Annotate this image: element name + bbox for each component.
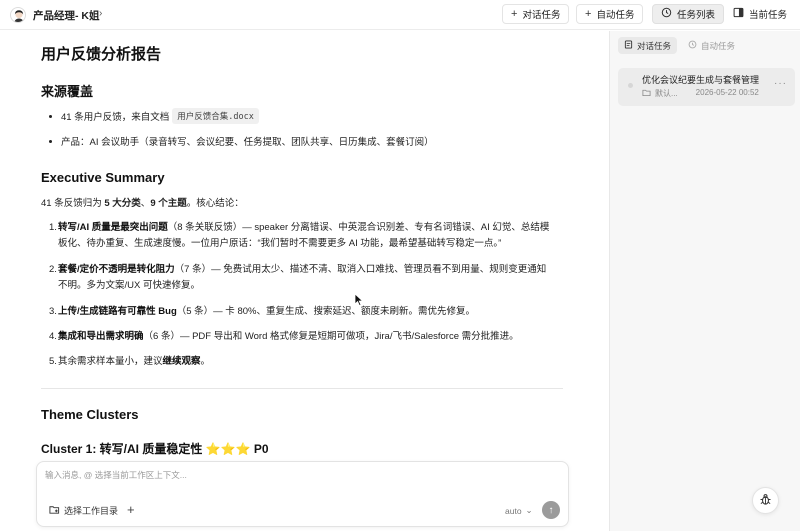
new-conversation-task-label: 对话任务 xyxy=(522,10,561,21)
model-label: auto xyxy=(505,505,522,516)
report-document: 用户反馈分析报告 来源覆盖 41 条用户反馈，来自文档 用户反馈合集.docx … xyxy=(0,31,610,531)
task-folder: 默认... xyxy=(655,89,678,98)
current-task-label: 当前任务 xyxy=(749,10,788,21)
clock-icon xyxy=(688,40,697,51)
task-panel: 对话任务 自动任务 优化会议纪要生成与套餐管理 默认... 2026-05-22… xyxy=(610,31,800,531)
app-title[interactable]: 产品经理- K姐 xyxy=(33,8,100,23)
tab-conversation-tasks[interactable]: 对话任务 xyxy=(618,37,678,54)
summary-item-2: 2. 套餐/定价不透明是转化阻力（7 条）— 免费试用太少、描述不清、取消入口难… xyxy=(49,264,547,291)
divider xyxy=(41,388,563,389)
list-item: 41 条用户反馈，来自文档 用户反馈合集.docx xyxy=(49,108,259,124)
chevron-right-icon[interactable]: › xyxy=(99,8,102,19)
summary-item-1: 1. 转写/AI 质量是最突出问题（8 条关联反馈）— speaker 分离错误… xyxy=(49,222,550,249)
new-conversation-task-button[interactable]: + 对话任务 xyxy=(502,4,570,24)
task-title: 优化会议纪要生成与套餐管理 xyxy=(642,75,760,85)
history-icon xyxy=(661,7,672,21)
new-auto-task-label: 自动任务 xyxy=(596,10,635,21)
tab-conversation-label: 对话任务 xyxy=(637,40,672,51)
mouse-cursor xyxy=(354,293,364,310)
folder-plus-icon xyxy=(49,504,60,517)
summary-item-5: 5. 其余需求样本量小，建议继续观察。 xyxy=(49,356,211,367)
clusters-heading: Theme Clusters xyxy=(41,407,139,422)
document-icon xyxy=(624,40,633,51)
current-task-button[interactable]: 当前任务 xyxy=(724,4,797,24)
list-item: 产品：AI 会议助手（录音转写、会议纪要、任务提取、团队共享、日历集成、套餐订阅… xyxy=(49,134,434,148)
send-button[interactable]: ↑ xyxy=(542,501,560,519)
bullet-text: 41 条用户反馈，来自文档 xyxy=(61,112,170,123)
top-bar: 产品经理- K姐 › + 对话任务 + 自动任务 任务列表 当前任务 xyxy=(0,0,800,30)
bug-report-button[interactable] xyxy=(752,487,779,514)
arrow-up-icon: ↑ xyxy=(548,504,554,516)
page-title: 用户反馈分析报告 xyxy=(41,46,162,63)
summary-item-4: 4. 集成和导出需求明确（6 条）— PDF 导出和 Word 格式修复是短期可… xyxy=(49,331,519,342)
chevron-down-icon: ⌄ xyxy=(525,505,533,515)
source-heading: 来源覆盖 xyxy=(41,84,94,99)
summary-item-3: 3. 上传/生成链路有可靠性 Bug（5 条）— 卡 80%、重复生成、搜索延迟… xyxy=(49,306,475,317)
task-status-dot xyxy=(628,83,633,88)
task-list-label: 任务列表 xyxy=(677,10,716,21)
sidebar-panel-icon xyxy=(733,7,744,21)
message-composer: 选择工作目录 + auto ⌄ ↑ xyxy=(36,461,569,527)
summary-intro: 41 条反馈归为 5 大分类、9 个主题。核心结论： xyxy=(41,198,244,209)
add-attachment-icon[interactable]: + xyxy=(127,502,135,517)
folder-icon xyxy=(642,88,651,99)
bullet-text: 产品：AI 会议助手（录音转写、会议纪要、任务提取、团队共享、日历集成、套餐订阅… xyxy=(61,137,434,148)
task-meta: 默认... 2026-05-22 00:52 xyxy=(642,88,759,99)
file-name-code: 用户反馈合集.docx xyxy=(172,108,259,124)
summary-heading: Executive Summary xyxy=(41,170,165,185)
task-list-item[interactable]: 优化会议纪要生成与套餐管理 默认... 2026-05-22 00:52 ··· xyxy=(618,68,795,106)
bug-icon xyxy=(759,493,772,509)
model-select[interactable]: auto ⌄ xyxy=(505,505,533,516)
task-time: 2026-05-22 00:52 xyxy=(695,88,759,97)
plus-icon: + xyxy=(585,7,592,20)
avatar[interactable] xyxy=(10,7,26,23)
tab-auto-label: 自动任务 xyxy=(701,40,736,51)
select-workspace-label: 选择工作目录 xyxy=(64,506,119,516)
message-input[interactable] xyxy=(45,470,545,480)
cluster-1-heading: Cluster 1: 转写/AI 质量稳定性 ⭐⭐⭐ P0 xyxy=(41,442,269,456)
plus-icon: + xyxy=(511,7,518,20)
tab-auto-tasks[interactable]: 自动任务 xyxy=(682,37,741,54)
task-list-button[interactable]: 任务列表 xyxy=(652,4,725,24)
more-options-icon[interactable]: ··· xyxy=(774,78,787,89)
select-workspace-button[interactable]: 选择工作目录 xyxy=(49,504,118,517)
new-auto-task-button[interactable]: + 自动任务 xyxy=(576,4,644,24)
